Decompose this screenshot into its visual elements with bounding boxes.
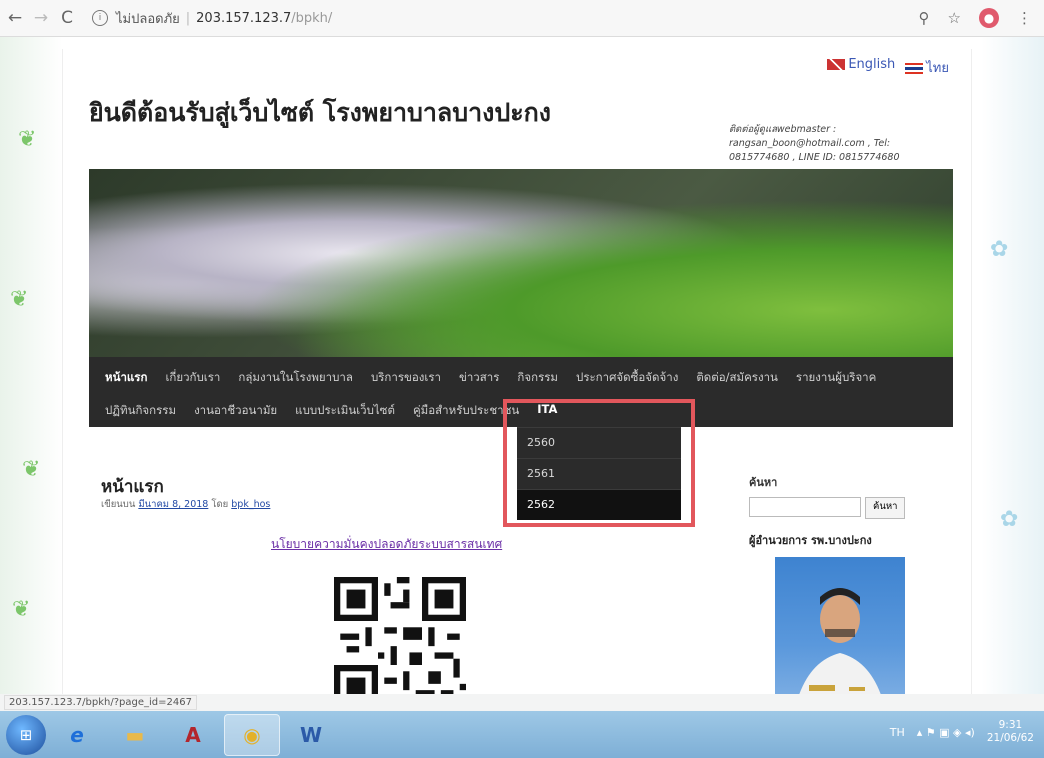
uk-flag-icon: [827, 59, 846, 70]
post-date-link[interactable]: มีนาคม 8, 2018: [138, 499, 208, 510]
menu-item[interactable]: กลุ่มงานในโรงพยาบาล: [238, 369, 353, 387]
search-form: ค้นหา: [749, 497, 949, 519]
leaf-decoration-icon: ❦: [22, 457, 41, 482]
leaf-decoration-icon: ✿: [1000, 507, 1019, 532]
back-button[interactable]: ←: [4, 8, 26, 28]
menu-item[interactable]: ปฏิทินกิจกรรม: [105, 402, 176, 420]
menu-item[interactable]: เกี่ยวกับเรา: [165, 369, 220, 387]
page-viewport: ❦ ❦ ❦ ❦ ✿ ✿ English ไทย ยินดีต้อนรับสู่เ…: [0, 37, 1044, 694]
taskbar: ⊞ e ▬ A ◉ W TH ▴ ⚑ ▣ ◈ ◂) 9:31 21/06/62: [0, 711, 1044, 758]
director-photo: [775, 557, 905, 694]
leaf-decoration-icon: ❦: [10, 287, 29, 312]
sidebar: ค้นหา ค้นหา ผู้อำนวยการ รพ.บางปะกง: [749, 473, 949, 694]
post-title: หน้าแรก: [101, 477, 164, 497]
webmaster-contact: ติดต่อผู้ดูแลwebmaster : rangsan_boon@ho…: [729, 124, 900, 163]
clock[interactable]: 9:31 21/06/62: [987, 719, 1034, 745]
header-banner-image: [89, 169, 953, 357]
browser-toolbar: ← → C i ไม่ปลอดภัย | 203.157.123.7/bpkh/…: [0, 0, 1044, 37]
leaf-decoration-icon: ✿: [990, 237, 1009, 262]
start-button[interactable]: ⊞: [6, 714, 46, 755]
address-bar[interactable]: i ไม่ปลอดภัย | 203.157.123.7/bpkh/: [92, 8, 332, 29]
menu-item[interactable]: กิจกรรม: [517, 369, 558, 387]
menu-dots-icon[interactable]: ⋮: [1017, 9, 1032, 27]
site-title: ยินดีต้อนรับสู่เว็บไซต์ โรงพยาบาลบางปะกง: [89, 98, 552, 127]
qr-code: [334, 577, 466, 694]
search-button[interactable]: ค้นหา: [865, 497, 906, 519]
thai-flag-icon: [905, 63, 924, 74]
status-bar-url: 203.157.123.7/bpkh/?page_id=2467: [4, 695, 197, 710]
browser-actions: ⚲ ☆ ● ⋮: [919, 8, 1032, 28]
highlight-box: [503, 399, 695, 527]
profile-avatar[interactable]: ●: [979, 8, 999, 28]
menu-item[interactable]: ประกาศจัดซื้อจัดจ้าง: [576, 369, 678, 387]
search-heading: ค้นหา: [749, 476, 778, 489]
menu-item[interactable]: ข่าวสาร: [459, 369, 499, 387]
access-taskbar-icon[interactable]: A: [166, 715, 220, 755]
forward-button[interactable]: →: [30, 8, 52, 28]
word-taskbar-icon[interactable]: W: [284, 715, 338, 755]
menu-item[interactable]: แบบประเมินเว็บไซต์: [295, 402, 395, 420]
system-tray: TH ▴ ⚑ ▣ ◈ ◂) 9:31 21/06/62: [890, 719, 1034, 745]
security-label: ไม่ปลอดภัย: [116, 11, 180, 27]
reload-button[interactable]: C: [56, 8, 78, 28]
ie-taskbar-icon[interactable]: e: [50, 715, 104, 755]
menu-row-1: หน้าแรก เกี่ยวกับเรา กลุ่มงานในโรงพยาบาล บร…: [105, 369, 876, 387]
info-icon[interactable]: i: [92, 10, 108, 26]
leaf-decoration-icon: ❦: [18, 127, 37, 152]
menu-item[interactable]: บริการของเรา: [371, 369, 441, 387]
leaf-decoration-icon: ❦: [12, 597, 31, 622]
menu-row-2: ปฏิทินกิจกรรม งานอาชีวอนามัย แบบประเมินเว็…: [105, 402, 557, 420]
menu-item[interactable]: รายงานผู้บริจาค: [796, 369, 876, 387]
menu-item[interactable]: หน้าแรก: [105, 369, 147, 387]
input-language[interactable]: TH: [890, 726, 905, 739]
menu-item[interactable]: ติดต่อ/สมัครงาน: [696, 369, 778, 387]
url-host: 203.157.123.7: [196, 10, 292, 26]
address-separator: |: [185, 10, 191, 26]
director-heading: ผู้อำนวยการ รพ.บางปะกง: [749, 534, 872, 547]
zoom-icon[interactable]: ⚲: [919, 9, 930, 27]
search-input[interactable]: [749, 497, 861, 517]
security-policy-link[interactable]: นโยบายความมั่นคงปลอดภัยระบบสารสนเทศ: [271, 535, 502, 554]
menu-item[interactable]: งานอาชีวอนามัย: [194, 402, 277, 420]
tray-icons[interactable]: ▴ ⚑ ▣ ◈ ◂): [917, 726, 975, 739]
director-figure-icon: [799, 588, 881, 694]
explorer-taskbar-icon[interactable]: ▬: [108, 715, 162, 755]
url-path: /bpkh/: [291, 10, 333, 26]
lang-english-link[interactable]: English: [827, 57, 895, 78]
post-meta: เขียนบน มีนาคม 8, 2018 โดย bpk_hos: [101, 499, 271, 510]
page-content: English ไทย ยินดีต้อนรับสู่เว็บไซต์ โรงพ…: [62, 49, 972, 694]
post-author-link[interactable]: bpk_hos: [231, 499, 270, 510]
language-switcher: English ไทย: [827, 57, 949, 78]
lang-thai-link[interactable]: ไทย: [905, 57, 949, 78]
bookmark-star-icon[interactable]: ☆: [948, 9, 961, 27]
chrome-taskbar-icon[interactable]: ◉: [224, 713, 280, 756]
